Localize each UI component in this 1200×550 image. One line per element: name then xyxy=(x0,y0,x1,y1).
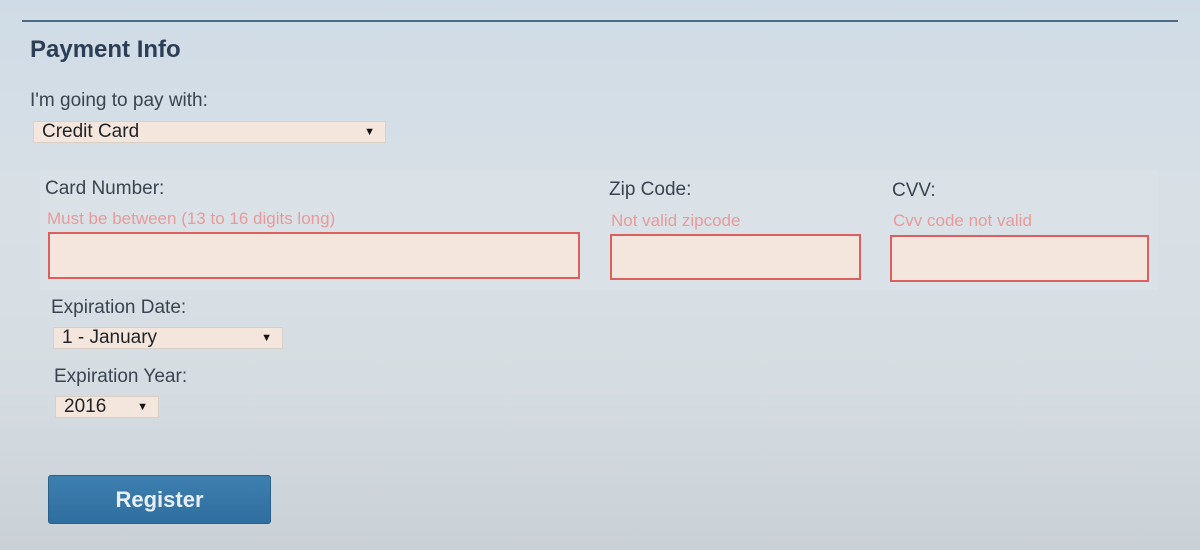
register-button[interactable]: Register xyxy=(48,475,271,524)
section-divider xyxy=(22,20,1178,22)
zip-code-error: Not valid zipcode xyxy=(611,211,741,230)
zip-code-label: Zip Code: xyxy=(609,179,692,200)
expiration-year-value: 2016 xyxy=(64,396,107,417)
expiration-date-label: Expiration Date: xyxy=(51,297,187,318)
caret-down-icon: ▼ xyxy=(364,126,375,138)
expiration-date-select[interactable]: 1 - January ▼ xyxy=(53,327,283,349)
expiration-year-label: Expiration Year: xyxy=(54,366,188,387)
expiration-date-value: 1 - January xyxy=(62,327,158,348)
card-number-input[interactable] xyxy=(48,232,580,279)
payment-method-select[interactable]: Credit Card ▼ xyxy=(33,121,386,143)
card-number-label: Card Number: xyxy=(45,178,165,199)
payment-method-value: Credit Card xyxy=(42,121,140,142)
expiration-year-select[interactable]: 2016 ▼ xyxy=(55,396,159,418)
caret-down-icon: ▼ xyxy=(261,332,272,344)
section-title: Payment Info xyxy=(30,36,181,63)
cvv-input[interactable] xyxy=(890,235,1149,282)
zip-code-input[interactable] xyxy=(610,234,861,280)
cvv-error: Cvv code not valid xyxy=(893,211,1032,230)
cvv-label: CVV: xyxy=(892,180,936,201)
caret-down-icon: ▼ xyxy=(137,401,148,413)
payment-method-label: I'm going to pay with: xyxy=(30,90,208,111)
card-number-error: Must be between (13 to 16 digits long) xyxy=(47,209,336,228)
